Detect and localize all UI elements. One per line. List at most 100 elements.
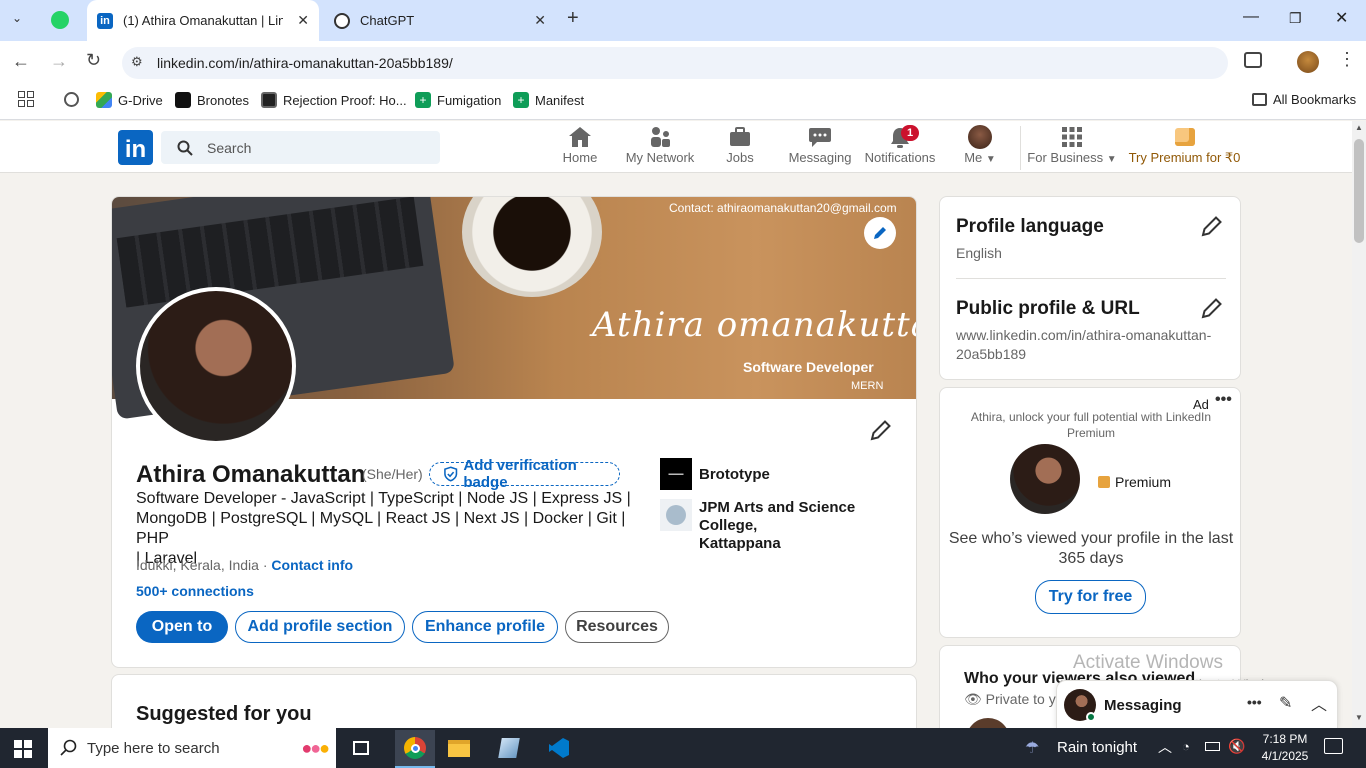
more-options-icon[interactable]: ••• [1215,391,1232,409]
nav-me[interactable]: Me ▼ [940,124,1020,165]
nav-notifications[interactable]: Notifications [860,124,940,165]
file-explorer-icon[interactable] [443,734,475,762]
restore-icon[interactable]: ❐ [1289,10,1302,27]
forward-icon[interactable]: → [50,51,68,72]
all-bookmarks-label: All Bookmarks [1273,92,1357,107]
battery-icon[interactable] [1205,742,1220,751]
scroll-up-icon[interactable]: ▲ [1355,123,1363,132]
vscode-icon[interactable] [543,734,575,762]
chevron-down-icon: ▼ [1106,154,1117,165]
nav-my-network[interactable]: My Network [620,124,700,165]
profile-settings-card: Profile language English Public profile … [939,196,1241,380]
bookmark-gdrive[interactable]: G-Drive [96,92,163,108]
open-to-button[interactable]: Open to [136,611,228,643]
linkedin-logo[interactable]: in [118,130,153,165]
task-view-icon[interactable] [345,734,377,762]
enhance-profile-button[interactable]: Enhance profile [412,611,558,643]
divider [956,278,1226,279]
profile-location-row: Idukki, Kerala, India · Contact info [136,557,354,573]
messaging-label: Messaging [1104,697,1182,714]
app-icon[interactable] [493,734,525,762]
site-info-icon[interactable]: ⚙ [131,54,143,70]
headline-line: Software Developer - JavaScript | TypeSc… [136,490,631,507]
back-icon[interactable]: ← [12,51,30,72]
clock-time: 7:18 PM [1262,732,1308,746]
connections-link[interactable]: 500+ connections [136,583,254,599]
page-scrollbar[interactable]: ▲ ▼ [1352,121,1366,728]
add-verification-badge-button[interactable]: Add verification badge [429,457,620,491]
tab-linkedin[interactable]: in (1) Athira Omanakuttan | Linked ✕ [87,0,319,41]
bookmark-fumigation[interactable]: + Fumigation [415,92,501,108]
ad-unlock-line: Premium [1066,426,1115,440]
premium-ad-card: Ad ••• Athira, unlock your full potentia… [939,387,1241,638]
plus-icon: + [513,92,529,108]
edit-intro-pencil-icon[interactable] [870,419,892,441]
chatgpt-favicon-icon [334,12,350,29]
close-tab-icon[interactable]: ✕ [534,12,546,29]
chevron-up-icon[interactable]: ︿ [1311,691,1327,715]
taskbar-clock[interactable]: 7:18 PM 4/1/2025 [1258,731,1312,765]
messaging-more-icon[interactable]: ••• [1247,694,1262,710]
address-bar[interactable]: ⚙ linkedin.com/in/athira-omanakuttan-20a… [122,47,1228,79]
notification-center-icon[interactable] [1324,738,1343,754]
home-icon [568,124,592,150]
banner-role: Software Developer [743,359,874,375]
nav-try-premium[interactable]: Try Premium for ₹0 [1127,124,1242,166]
shield-check-icon [444,466,458,482]
extensions-icon[interactable] [1244,52,1262,68]
nav-label: Try Premium for ₹0 [1128,150,1241,165]
chrome-taskbar-icon[interactable] [395,730,435,768]
org-college[interactable]: JPM Arts and Science College, Kattappana [699,499,916,553]
edit-banner-button[interactable] [864,217,896,249]
bronotes-icon [175,92,191,108]
linkedin-search-input[interactable]: Search [161,131,440,164]
tab-search-icon[interactable]: ⌄ [12,11,22,25]
online-status-dot [1086,712,1096,722]
reload-icon[interactable]: ↻ [86,50,101,71]
edit-language-pencil-icon[interactable] [1201,215,1223,237]
bookmark-manifest[interactable]: + Manifest [513,92,584,108]
profile-avatar[interactable] [1297,51,1319,73]
windows-start-icon[interactable] [14,740,32,758]
scroll-down-icon[interactable]: ▼ [1355,713,1363,722]
nav-label: My Network [625,150,695,165]
all-bookmarks[interactable]: All Bookmarks [1252,92,1356,107]
volume-icon[interactable]: 🔇 [1228,738,1245,755]
menu-dots-icon[interactable]: ⋮ [1338,49,1356,70]
clock-date: 4/1/2025 [1261,749,1309,763]
nav-for-business[interactable]: For Business ▼ [1027,124,1117,165]
profile-name: Athira Omanakuttan [136,461,366,488]
network-icon[interactable]: ◔ [1182,739,1190,754]
globe-icon[interactable] [64,92,79,107]
new-tab-icon[interactable]: + [567,7,579,30]
apps-grid-icon[interactable] [18,91,34,107]
public-profile-title: Public profile & URL [956,298,1140,319]
edit-url-pencil-icon[interactable] [1201,297,1223,319]
contact-info-link[interactable]: Contact info [271,557,353,573]
nav-jobs[interactable]: Jobs [700,124,780,165]
try-for-free-button[interactable]: Try for free [1035,580,1146,614]
add-profile-section-button[interactable]: Add profile section [235,611,405,643]
close-window-icon[interactable]: ✕ [1335,8,1348,28]
notification-badge: 1 [901,125,919,141]
tab-chatgpt[interactable]: ChatGPT ✕ [330,0,554,41]
messaging-overlay[interactable]: Messaging ••• ✎ ︿ [1056,680,1338,728]
whatsapp-icon[interactable] [51,11,69,29]
minimize-icon[interactable]: — [1243,8,1259,26]
bookmark-bronotes[interactable]: Bronotes [175,92,249,108]
profile-photo[interactable] [136,287,296,445]
weather-icon[interactable]: ☂ [1025,738,1039,758]
taskbar-search-input[interactable]: Type here to search ●●● [48,728,336,768]
url-line: 20a5bb189 [956,346,1027,362]
tray-expand-icon[interactable]: ︿ [1158,737,1172,757]
compose-icon[interactable]: ✎ [1279,693,1292,713]
resources-button[interactable]: Resources [565,611,669,643]
weather-text[interactable]: Rain tonight [1057,739,1137,756]
nav-messaging[interactable]: Messaging [780,124,860,165]
org-brototype[interactable]: Brototype [699,466,770,483]
suggested-title: Suggested for you [136,703,312,725]
nav-home[interactable]: Home [540,124,620,165]
close-tab-icon[interactable]: ✕ [297,12,309,29]
bookmark-rejection-proof[interactable]: Rejection Proof: Ho... [261,92,407,108]
scrollbar-thumb[interactable] [1354,139,1364,243]
